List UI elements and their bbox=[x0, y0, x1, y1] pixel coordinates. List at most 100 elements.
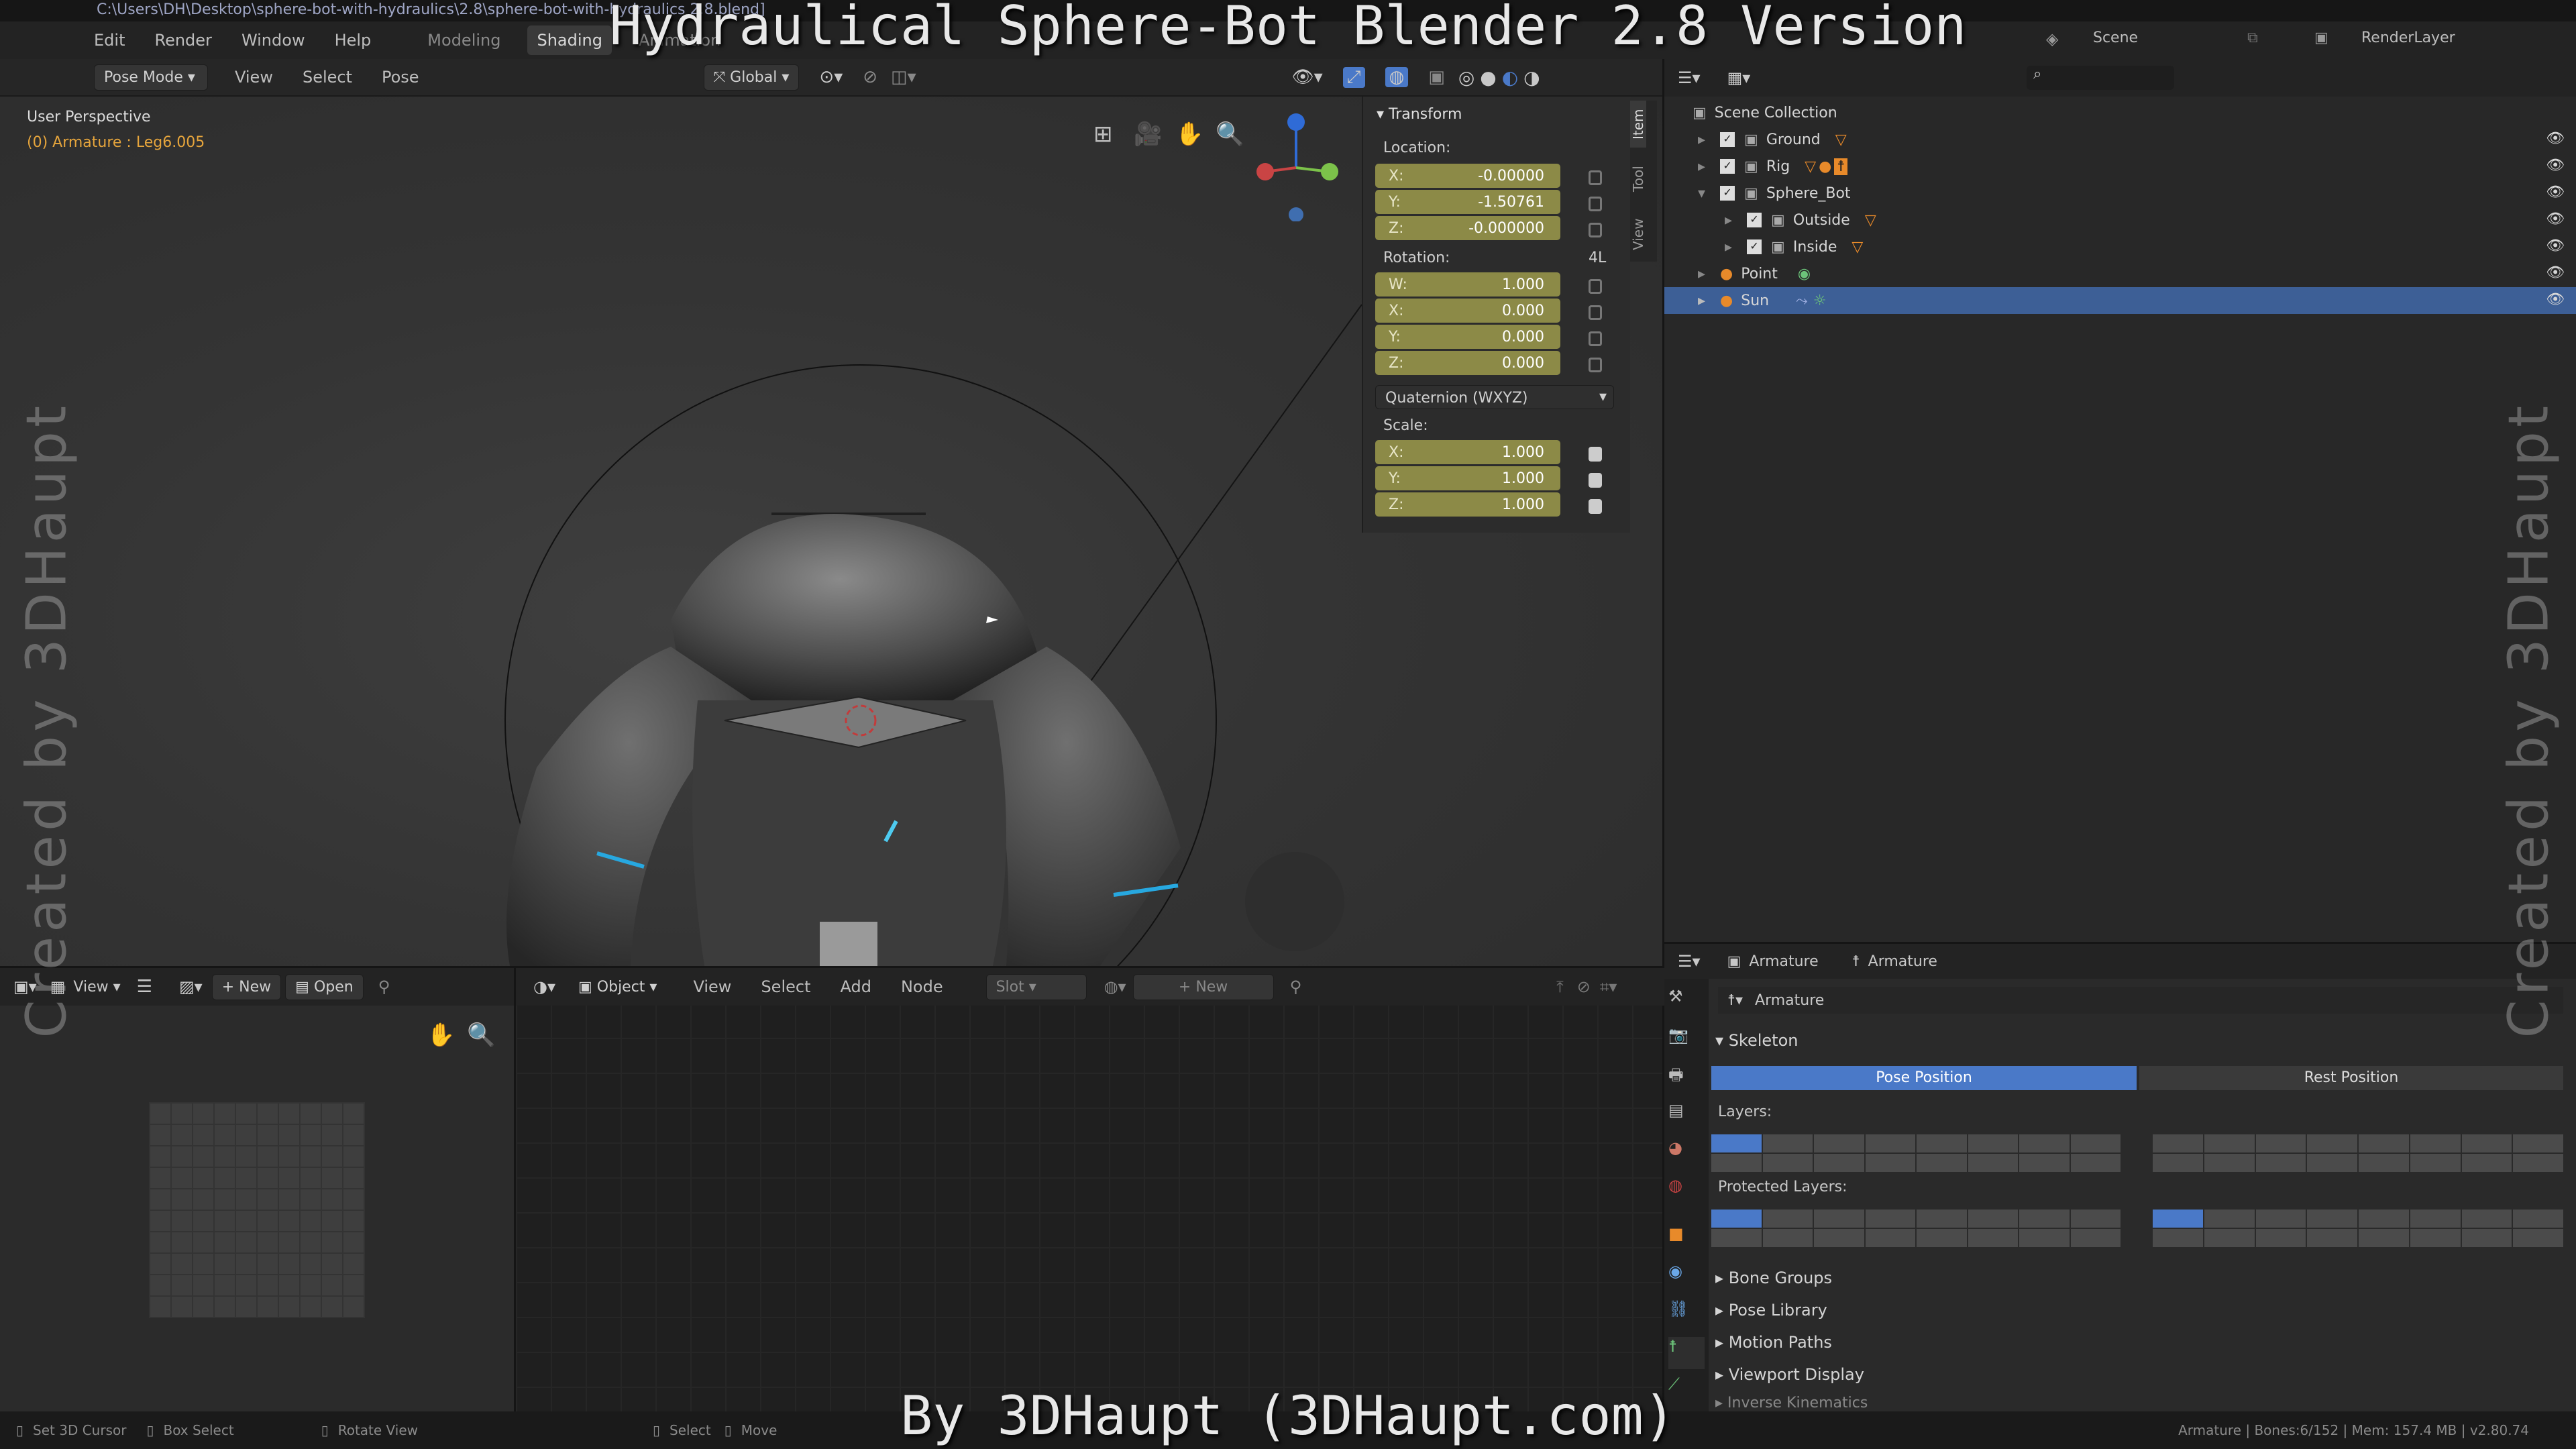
pin-icon[interactable]: ⚲ bbox=[378, 977, 390, 996]
layer-cell[interactable] bbox=[2255, 1134, 2306, 1152]
layer-cell[interactable] bbox=[2019, 1229, 2070, 1247]
outliner-row-rig[interactable]: ▸ ✓ ▣ Rig ▽ ● ☨ 👁 bbox=[1664, 153, 2576, 180]
motion-paths-panel[interactable]: ▸ Motion Paths bbox=[1715, 1333, 1832, 1352]
view-layer-tab-icon[interactable]: ▤ bbox=[1668, 1101, 1705, 1133]
eye-icon[interactable]: 👁 bbox=[2546, 264, 2565, 281]
wireframe-shading-icon[interactable]: ◎ bbox=[1458, 66, 1474, 89]
layer-cell[interactable] bbox=[2359, 1210, 2409, 1228]
material-browse-icon[interactable]: ◍▾ bbox=[1104, 977, 1126, 996]
parent-node-icon[interactable]: ⤒ bbox=[1556, 977, 1564, 996]
checkbox-icon[interactable]: ✓ bbox=[1747, 239, 1762, 254]
object-tab-icon[interactable]: ■ bbox=[1668, 1224, 1705, 1256]
overlay-toggle-icon[interactable]: ◍ bbox=[1385, 67, 1409, 87]
layer-cell[interactable] bbox=[2513, 1229, 2563, 1247]
rotation-mode-dropdown[interactable]: Quaternion (WXYZ) ▾ bbox=[1375, 385, 1614, 409]
solid-shading-icon[interactable]: ● bbox=[1480, 66, 1496, 89]
layer-cell[interactable] bbox=[2255, 1154, 2306, 1172]
outliner-row-point[interactable]: ▸ ● Point ◉ 👁 bbox=[1664, 260, 2576, 287]
menu-select[interactable]: Select bbox=[303, 68, 352, 87]
layer-cell[interactable] bbox=[2513, 1134, 2563, 1152]
layer-cell[interactable] bbox=[1865, 1229, 1915, 1247]
expand-arrow-icon[interactable]: ▸ bbox=[1725, 239, 1732, 256]
layer-cell[interactable] bbox=[1968, 1154, 2018, 1172]
proportional-icon[interactable]: ◫▾ bbox=[891, 67, 916, 87]
layer-cell[interactable] bbox=[1968, 1210, 2018, 1228]
layer-cell[interactable] bbox=[2359, 1154, 2409, 1172]
orientation-selector[interactable]: ⤧ Global ▾ bbox=[703, 64, 800, 91]
layer-cell[interactable] bbox=[2153, 1210, 2203, 1228]
scene-tab-icon[interactable]: ◕ bbox=[1668, 1138, 1705, 1171]
layer-cell[interactable] bbox=[1917, 1134, 1967, 1152]
menu-view[interactable]: View bbox=[693, 977, 731, 996]
outliner-row-ground[interactable]: ▸ ✓ ▣ Ground ▽ 👁 bbox=[1664, 126, 2576, 153]
checkbox-icon[interactable]: ✓ bbox=[1747, 213, 1762, 227]
layer-cell[interactable] bbox=[1865, 1210, 1915, 1228]
scale-z-field[interactable]: Z: 1.000 bbox=[1375, 492, 1560, 517]
scale-y-field[interactable]: Y: 1.000 bbox=[1375, 466, 1560, 490]
outliner-row-sun[interactable]: ▸ ● Sun ⤳ ☼ 👁 bbox=[1664, 287, 2576, 314]
layer-cell[interactable] bbox=[2153, 1154, 2203, 1172]
eye-icon[interactable]: 👁 bbox=[2546, 184, 2565, 201]
layer-cell[interactable] bbox=[2513, 1210, 2563, 1228]
pose-position-button[interactable]: Pose Position bbox=[1711, 1066, 2137, 1090]
shader-type-selector[interactable]: ▣ Object ▾ bbox=[569, 975, 666, 1000]
layer-cell[interactable] bbox=[1968, 1134, 2018, 1152]
tab-item[interactable]: Item bbox=[1630, 101, 1646, 148]
rotation-y-field[interactable]: Y: 0.000 bbox=[1375, 325, 1560, 349]
display-mode-icon[interactable]: ▦▾ bbox=[1727, 68, 1751, 87]
layer-cell[interactable] bbox=[2513, 1154, 2563, 1172]
expand-arrow-icon[interactable]: ▸ bbox=[1698, 131, 1705, 148]
lock-icon[interactable] bbox=[1589, 473, 1602, 488]
eye-icon[interactable]: 👁 bbox=[2546, 237, 2565, 254]
layer-cell[interactable] bbox=[2410, 1229, 2461, 1247]
viewport-display-panel[interactable]: ▸ Viewport Display bbox=[1715, 1365, 1864, 1384]
lock-icon[interactable] bbox=[1589, 170, 1602, 185]
tab-tool[interactable]: Tool bbox=[1630, 156, 1646, 203]
layer-cell[interactable] bbox=[2359, 1134, 2409, 1152]
eye-icon[interactable]: 👁 bbox=[2546, 291, 2565, 308]
transform-header[interactable]: ▾ Transform bbox=[1377, 106, 1462, 123]
layer-cell[interactable] bbox=[1814, 1134, 1864, 1152]
layer-cell[interactable] bbox=[1762, 1229, 1813, 1247]
rotation-w-field[interactable]: W: 1.000 bbox=[1375, 272, 1560, 297]
tab-view[interactable]: View bbox=[1630, 211, 1646, 258]
layer-cell[interactable] bbox=[2359, 1229, 2409, 1247]
skeleton-panel-header[interactable]: ▾ Skeleton bbox=[1715, 1031, 1798, 1050]
layer-cell[interactable] bbox=[2070, 1134, 2121, 1152]
layer-cell[interactable] bbox=[2410, 1154, 2461, 1172]
layer-cell[interactable] bbox=[1917, 1154, 1967, 1172]
open-image-button[interactable]: ▤ Open bbox=[285, 973, 364, 1000]
outliner-row-inside[interactable]: ▸ ✓ ▣ Inside ▽ 👁 bbox=[1664, 233, 2576, 260]
search-input[interactable]: ⌕ bbox=[2027, 66, 2174, 90]
layer-cell[interactable] bbox=[2153, 1229, 2203, 1247]
image-canvas[interactable] bbox=[149, 1102, 365, 1318]
layer-cell[interactable] bbox=[2255, 1229, 2306, 1247]
mode-selector[interactable]: Pose Mode ▾ bbox=[94, 64, 208, 91]
layer-cell[interactable] bbox=[1968, 1229, 2018, 1247]
location-y-field[interactable]: Y: -1.50761 bbox=[1375, 190, 1560, 214]
layer-cell[interactable] bbox=[2461, 1134, 2512, 1152]
protected-layers-grid-left[interactable] bbox=[1711, 1210, 2121, 1247]
outliner-row-scene-collection[interactable]: ▣ Scene Collection bbox=[1664, 99, 2576, 126]
new-material-button[interactable]: + New bbox=[1132, 973, 1274, 1000]
shader-node-editor[interactable]: ◑▾ ▣ Object ▾ View Select Add Node Slot … bbox=[514, 966, 1664, 1411]
layer-cell[interactable] bbox=[2204, 1134, 2255, 1152]
location-x-field[interactable]: X: -0.00000 bbox=[1375, 164, 1560, 188]
snap-icon[interactable]: ⊘ bbox=[1577, 977, 1591, 996]
rotation-4l-toggle[interactable]: 4L bbox=[1589, 250, 1606, 266]
layer-cell[interactable] bbox=[1711, 1154, 1762, 1172]
lock-icon[interactable] bbox=[1589, 447, 1602, 462]
xray-icon[interactable]: ▣ bbox=[1428, 67, 1445, 87]
layer-cell[interactable] bbox=[2204, 1154, 2255, 1172]
rotation-z-field[interactable]: Z: 0.000 bbox=[1375, 351, 1560, 375]
layer-cell[interactable] bbox=[2461, 1210, 2512, 1228]
snap-mode-icon[interactable]: ⌗▾ bbox=[1600, 977, 1617, 996]
expand-arrow-icon[interactable]: ▸ bbox=[1725, 212, 1732, 229]
layers-grid-right[interactable] bbox=[2153, 1134, 2563, 1172]
layer-cell[interactable] bbox=[2307, 1210, 2357, 1228]
protected-layers-grid-right[interactable] bbox=[2153, 1210, 2563, 1247]
lock-icon[interactable] bbox=[1589, 197, 1602, 211]
layer-cell[interactable] bbox=[1762, 1134, 1813, 1152]
expand-arrow-icon[interactable]: ▸ bbox=[1698, 158, 1705, 175]
lock-icon[interactable] bbox=[1589, 499, 1602, 514]
